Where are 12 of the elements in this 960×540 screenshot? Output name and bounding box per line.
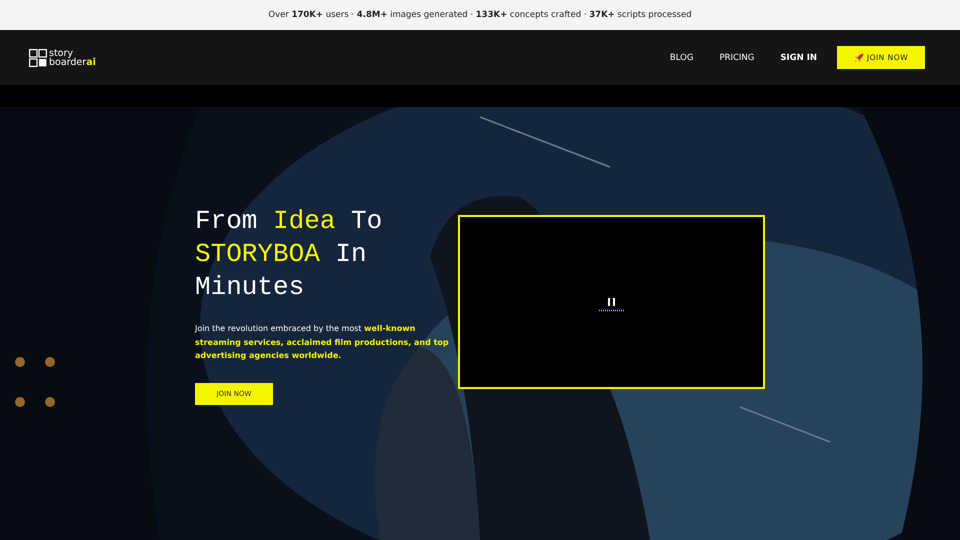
sign-in-link[interactable]: SIGN IN	[780, 52, 817, 62]
nav-link[interactable]: BLOG	[670, 52, 694, 62]
logo-icon	[29, 48, 47, 66]
logo-text: story	[49, 48, 74, 58]
pause-icon[interactable]	[598, 298, 626, 312]
logo-text: boarderai	[49, 58, 96, 66]
hero-description: Join the revolution embraced by the most well-known streaming services, acclaimed film productions, and top advertising agencies worldwide.	[195, 323, 450, 362]
rocket-icon	[854, 52, 864, 62]
hero-heading: From Idea To STORYBOA In Minutes	[195, 205, 384, 304]
nav-link[interactable]: PRICING	[719, 52, 754, 62]
announcement-text: Over 170K+ users · 4.8M+ images generated · 133K+ concepts crafted · 37K+ scripts processed	[268, 10, 692, 20]
video-player[interactable]	[458, 215, 765, 389]
